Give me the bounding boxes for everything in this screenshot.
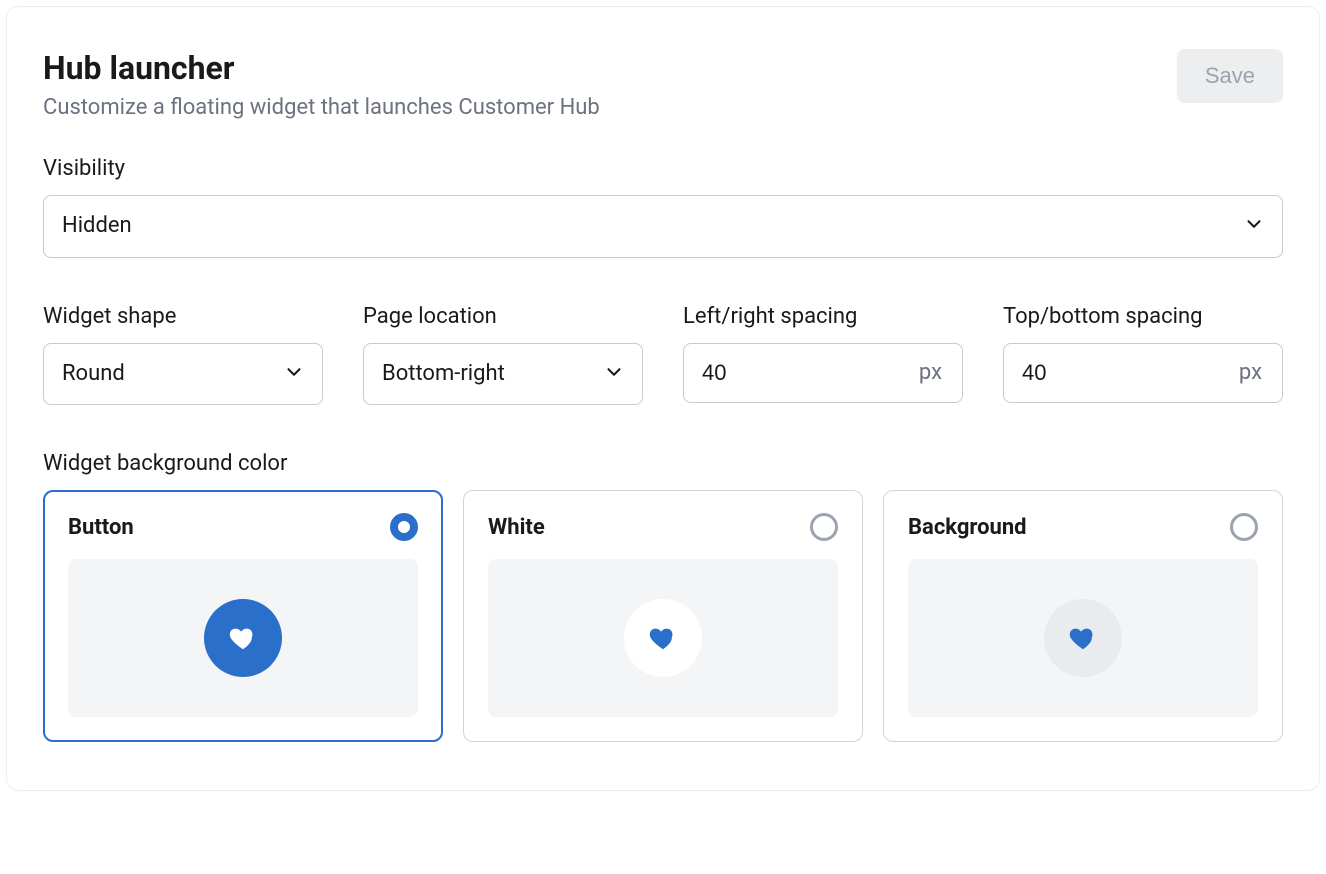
widget-shape-select[interactable]: Round bbox=[43, 343, 323, 406]
radio-unselected-icon bbox=[1230, 513, 1258, 541]
widget-shape-label: Widget shape bbox=[43, 304, 323, 329]
settings-row: Widget shape Round Page location Bottom-… bbox=[43, 304, 1283, 406]
widget-preview-circle bbox=[1044, 599, 1122, 677]
radio-selected-icon bbox=[390, 513, 418, 541]
option-label: White bbox=[488, 515, 545, 540]
lr-spacing-unit: px bbox=[919, 360, 962, 385]
bg-color-option-background[interactable]: Background bbox=[883, 490, 1283, 742]
widget-shape-field: Widget shape Round bbox=[43, 304, 323, 406]
hub-launcher-panel: Hub launcher Customize a floating widget… bbox=[6, 6, 1320, 791]
card-head: Background bbox=[908, 513, 1258, 541]
heart-icon bbox=[228, 623, 258, 653]
option-label: Button bbox=[68, 515, 134, 540]
lr-spacing-input-group: px bbox=[683, 343, 963, 403]
page-title: Hub launcher bbox=[43, 49, 600, 87]
tb-spacing-input[interactable] bbox=[1004, 344, 1239, 402]
page-subtitle: Customize a floating widget that launche… bbox=[43, 95, 600, 120]
bg-color-section: Widget background color Button White bbox=[43, 451, 1283, 742]
bg-color-option-button[interactable]: Button bbox=[43, 490, 443, 742]
card-head: White bbox=[488, 513, 838, 541]
tb-spacing-label: Top/bottom spacing bbox=[1003, 304, 1283, 329]
bg-color-option-white[interactable]: White bbox=[463, 490, 863, 742]
panel-header: Hub launcher Customize a floating widget… bbox=[43, 49, 1283, 120]
option-preview bbox=[908, 559, 1258, 717]
page-location-field: Page location Bottom-right bbox=[363, 304, 643, 406]
visibility-select[interactable]: Hidden bbox=[43, 195, 1283, 258]
tb-spacing-unit: px bbox=[1239, 360, 1282, 385]
widget-preview-circle bbox=[204, 599, 282, 677]
lr-spacing-field: Left/right spacing px bbox=[683, 304, 963, 406]
option-preview bbox=[488, 559, 838, 717]
heart-icon bbox=[1068, 623, 1098, 653]
tb-spacing-input-group: px bbox=[1003, 343, 1283, 403]
option-preview bbox=[68, 559, 418, 717]
page-location-select[interactable]: Bottom-right bbox=[363, 343, 643, 406]
option-label: Background bbox=[908, 515, 1027, 540]
widget-preview-circle bbox=[624, 599, 702, 677]
bg-color-options: Button White bbox=[43, 490, 1283, 742]
bg-color-label: Widget background color bbox=[43, 451, 1283, 476]
lr-spacing-input[interactable] bbox=[684, 344, 919, 402]
visibility-label: Visibility bbox=[43, 156, 1283, 181]
page-location-select-wrap: Bottom-right bbox=[363, 343, 643, 406]
radio-unselected-icon bbox=[810, 513, 838, 541]
header-text: Hub launcher Customize a floating widget… bbox=[43, 49, 600, 120]
save-button[interactable]: Save bbox=[1177, 49, 1283, 103]
visibility-select-wrap: Hidden bbox=[43, 195, 1283, 258]
card-head: Button bbox=[68, 513, 418, 541]
lr-spacing-label: Left/right spacing bbox=[683, 304, 963, 329]
visibility-field: Visibility Hidden bbox=[43, 156, 1283, 258]
widget-shape-select-wrap: Round bbox=[43, 343, 323, 406]
tb-spacing-field: Top/bottom spacing px bbox=[1003, 304, 1283, 406]
page-location-label: Page location bbox=[363, 304, 643, 329]
heart-icon bbox=[648, 623, 678, 653]
